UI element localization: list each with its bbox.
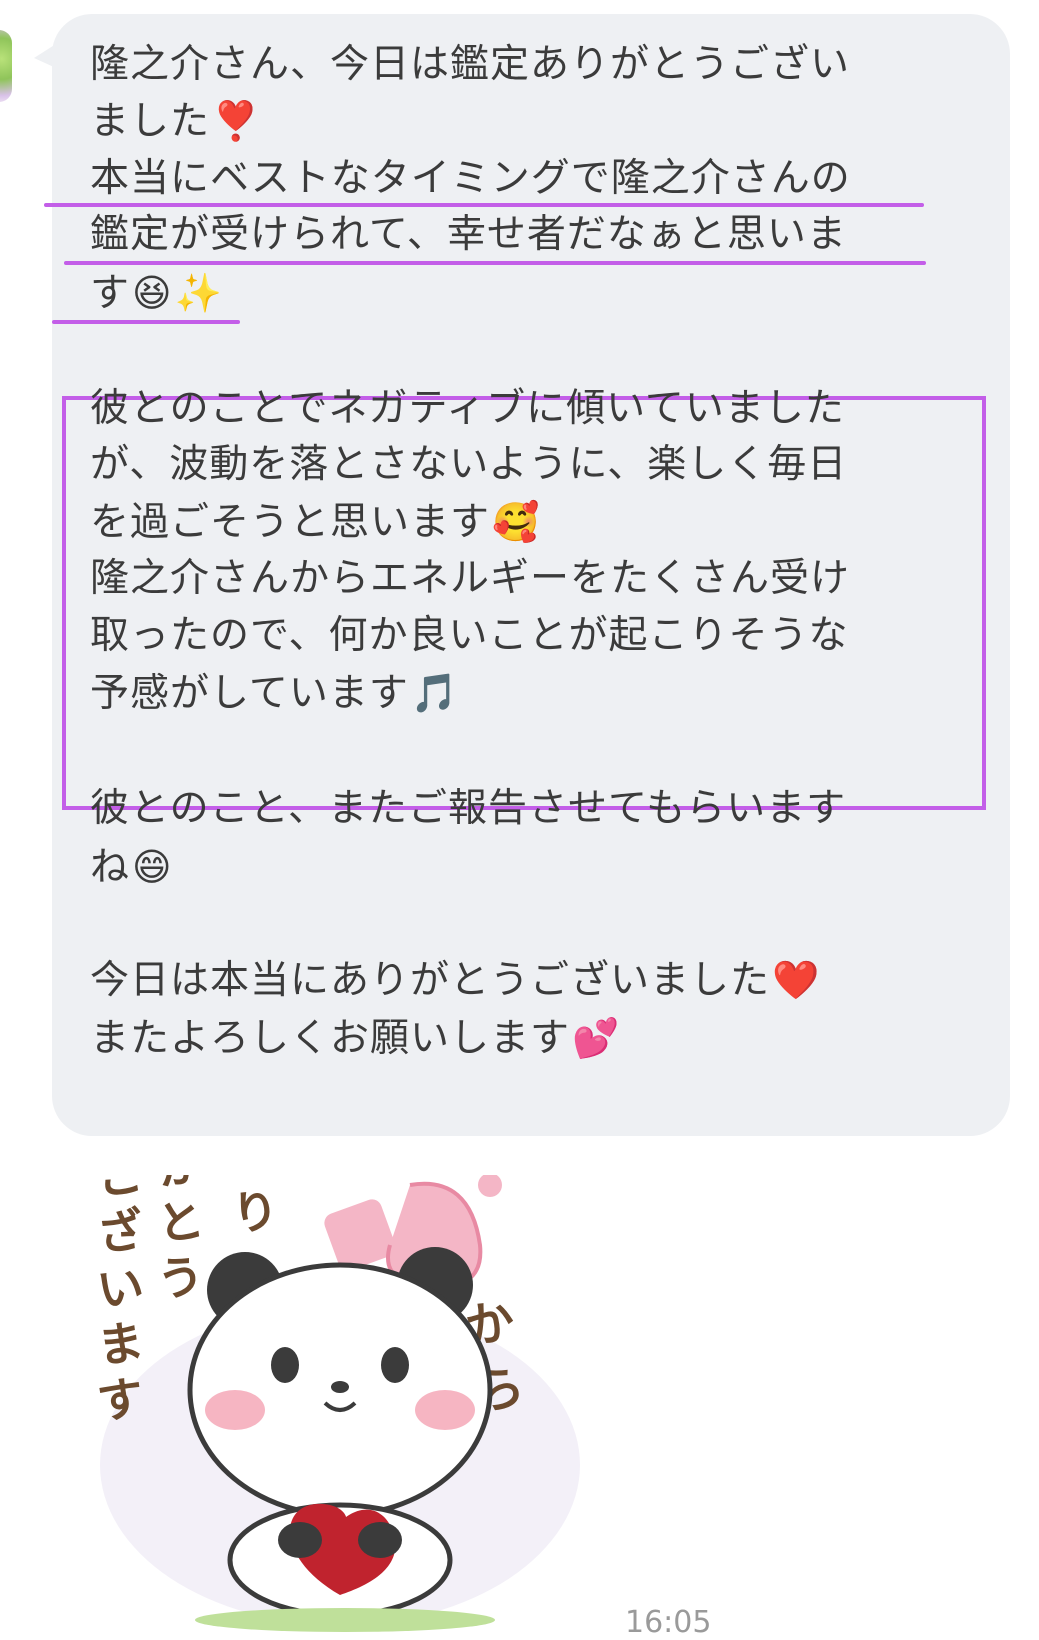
- message-line: 取ったので、何か良いことが起こりそうな: [90, 613, 849, 658]
- message-line: またよろしくお願いします💕: [90, 1016, 621, 1061]
- two-hearts-emoji-icon: 💕: [572, 1016, 621, 1060]
- message-line: ました❣️: [90, 99, 261, 144]
- message-line: す😆✨: [90, 271, 223, 316]
- panda-paw-right: [358, 1522, 402, 1558]
- laughing-face-emoji-icon: 😆: [132, 271, 173, 315]
- highlight-underline: [64, 261, 926, 265]
- exclamation-heart-emoji-icon: ❣️: [212, 99, 261, 143]
- red-heart-emoji-icon: ❤️: [772, 958, 821, 1002]
- svg-text:い: い: [94, 1258, 147, 1318]
- sender-avatar[interactable]: [0, 30, 12, 102]
- panda-cheek-left: [205, 1390, 265, 1430]
- message-line: 隆之介さん、今日は鑑定ありがとうござい: [90, 42, 851, 87]
- music-note-emoji-icon: 🎵: [410, 671, 460, 715]
- message-line: 彼とのことでネガティブに傾いていました: [90, 386, 845, 431]
- message-line: 鑑定が受けられて、幸せ者だなぁと思いま: [90, 212, 847, 257]
- svg-text:ま: ま: [94, 1314, 147, 1374]
- message-line: 隆之介さんからエネルギーをたくさん受け: [90, 556, 851, 601]
- svg-text:う: う: [154, 1248, 207, 1308]
- panda-nose: [331, 1381, 349, 1393]
- message-line: 彼とのこと、またご報告させてもらいます: [90, 786, 847, 831]
- panda-cheek-right: [415, 1390, 475, 1430]
- svg-text:す: す: [94, 1370, 147, 1430]
- message-timestamp: 16:05: [625, 1605, 712, 1640]
- message-line: 今日は本当にありがとうございました❤️: [90, 958, 821, 1003]
- highlight-underline: [44, 203, 924, 207]
- panda-eye-left: [271, 1347, 299, 1383]
- svg-text:り: り: [229, 1182, 282, 1242]
- panda-thank-you-sticker[interactable]: ご ざ い ま す が と う あ り か ら: [60, 1175, 600, 1635]
- svg-text:と: と: [154, 1192, 207, 1252]
- grass-ground: [195, 1608, 495, 1632]
- message-line: が、波動を落とさないように、楽しく毎日: [90, 442, 848, 487]
- sparkles-emoji-icon: ✨: [174, 271, 223, 315]
- highlight-underline: [52, 320, 240, 324]
- smiling-face-hearts-emoji-icon: 🥰: [492, 500, 541, 544]
- message-line: 本当にベストなタイミングで隆之介さんの: [90, 156, 851, 201]
- svg-text:ざ: ざ: [94, 1202, 147, 1262]
- message-line: ね😄: [90, 845, 173, 890]
- panda-paw-left: [278, 1522, 322, 1558]
- message-line: を過ごそうと思います🥰: [90, 500, 541, 545]
- message-line: 予感がしています🎵: [90, 671, 460, 716]
- panda-eye-right: [381, 1347, 409, 1383]
- grinning-face-emoji-icon: 😄: [132, 845, 173, 889]
